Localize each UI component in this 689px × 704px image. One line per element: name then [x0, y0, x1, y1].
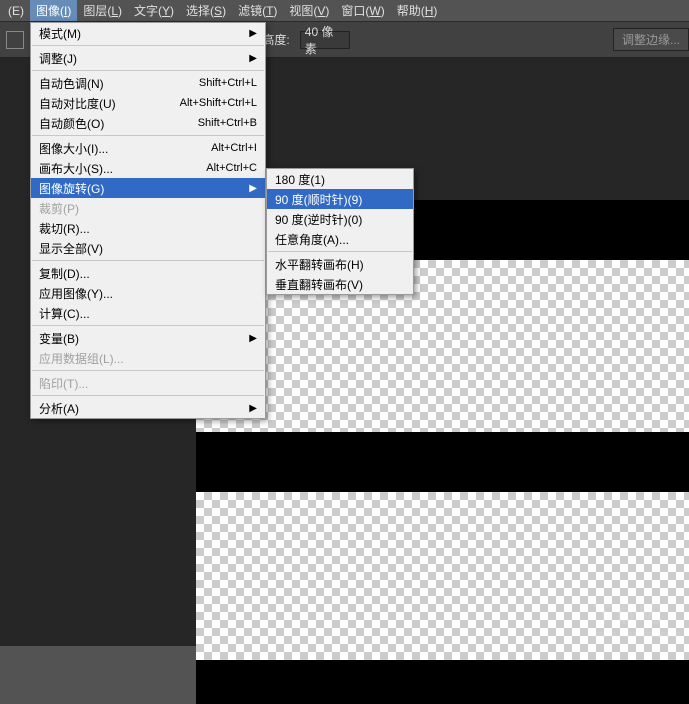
menu-item-auto-color[interactable]: 自动颜色(O)Shift+Ctrl+B — [31, 113, 265, 133]
menu-item-image-size[interactable]: 图像大小(I)...Alt+Ctrl+I — [31, 138, 265, 158]
separator — [32, 70, 264, 71]
refine-edge-button[interactable]: 调整边缘... — [613, 28, 689, 51]
menu-edit[interactable]: (E) — [2, 2, 30, 20]
menu-item-calculations[interactable]: 计算(C)... — [31, 303, 265, 323]
menu-help[interactable]: 帮助(H) — [391, 0, 444, 21]
menu-item-auto-contrast[interactable]: 自动对比度(U)Alt+Shift+Ctrl+L — [31, 93, 265, 113]
image-rotation-submenu: 180 度(1) 90 度(顺时针)(9) 90 度(逆时针)(0) 任意角度(… — [266, 168, 414, 295]
separator — [32, 135, 264, 136]
menu-item-trim[interactable]: 裁切(R)... — [31, 218, 265, 238]
submenu-item-arbitrary[interactable]: 任意角度(A)... — [267, 229, 413, 249]
menu-item-reveal-all[interactable]: 显示全部(V) — [31, 238, 265, 258]
separator — [32, 260, 264, 261]
submenu-item-flip-vertical[interactable]: 垂直翻转画布(V) — [267, 274, 413, 294]
menu-filter[interactable]: 滤镜(T) — [232, 0, 283, 21]
menu-layer[interactable]: 图层(L) — [77, 0, 128, 21]
marquee-tool-icon[interactable] — [6, 31, 24, 49]
image-menu-dropdown: 模式(M)▶ 调整(J)▶ 自动色调(N)Shift+Ctrl+L 自动对比度(… — [30, 22, 266, 419]
separator — [32, 45, 264, 46]
menu-item-adjustments[interactable]: 调整(J)▶ — [31, 48, 265, 68]
submenu-arrow-icon: ▶ — [249, 28, 257, 39]
shortcut-text: Alt+Shift+Ctrl+L — [180, 97, 257, 109]
menu-window[interactable]: 窗口(W) — [335, 0, 390, 21]
submenu-arrow-icon: ▶ — [249, 53, 257, 64]
submenu-arrow-icon: ▶ — [249, 333, 257, 344]
separator — [268, 251, 412, 252]
menu-item-image-rotation[interactable]: 图像旋转(G)▶ — [31, 178, 265, 198]
submenu-arrow-icon: ▶ — [249, 183, 257, 194]
menu-view[interactable]: 视图(V) — [283, 0, 335, 21]
shortcut-text: Alt+Ctrl+C — [206, 162, 257, 174]
menu-item-mode[interactable]: 模式(M)▶ — [31, 23, 265, 43]
menu-item-trap: 陷印(T)... — [31, 373, 265, 393]
menu-item-canvas-size[interactable]: 画布大小(S)...Alt+Ctrl+C — [31, 158, 265, 178]
separator — [32, 395, 264, 396]
menu-item-variables[interactable]: 变量(B)▶ — [31, 328, 265, 348]
height-label: 高度: — [262, 31, 289, 48]
submenu-item-90-ccw[interactable]: 90 度(逆时针)(0) — [267, 209, 413, 229]
submenu-arrow-icon: ▶ — [249, 403, 257, 414]
shortcut-text: Alt+Ctrl+I — [211, 142, 257, 154]
menubar: (E) 图像(I) 图层(L) 文字(Y) 选择(S) 滤镜(T) 视图(V) … — [0, 0, 689, 22]
submenu-item-90-cw[interactable]: 90 度(顺时针)(9) — [267, 189, 413, 209]
menu-image[interactable]: 图像(I) — [30, 0, 77, 21]
separator — [32, 325, 264, 326]
menu-item-auto-tone[interactable]: 自动色调(N)Shift+Ctrl+L — [31, 73, 265, 93]
height-field[interactable]: 40 像素 — [300, 31, 350, 49]
menu-item-crop: 裁剪(P) — [31, 198, 265, 218]
transparent-layer-2[interactable] — [196, 492, 689, 660]
shortcut-text: Shift+Ctrl+B — [198, 117, 257, 129]
canvas-black-mid — [196, 432, 689, 492]
shortcut-text: Shift+Ctrl+L — [199, 77, 257, 89]
menu-type[interactable]: 文字(Y) — [128, 0, 180, 21]
submenu-item-180[interactable]: 180 度(1) — [267, 169, 413, 189]
menu-item-analysis[interactable]: 分析(A)▶ — [31, 398, 265, 418]
menu-select[interactable]: 选择(S) — [180, 0, 232, 21]
canvas-black-bottom — [196, 660, 689, 704]
menu-item-apply-image[interactable]: 应用图像(Y)... — [31, 283, 265, 303]
menu-item-duplicate[interactable]: 复制(D)... — [31, 263, 265, 283]
menu-item-apply-data-set: 应用数据组(L)... — [31, 348, 265, 368]
submenu-item-flip-horizontal[interactable]: 水平翻转画布(H) — [267, 254, 413, 274]
separator — [32, 370, 264, 371]
